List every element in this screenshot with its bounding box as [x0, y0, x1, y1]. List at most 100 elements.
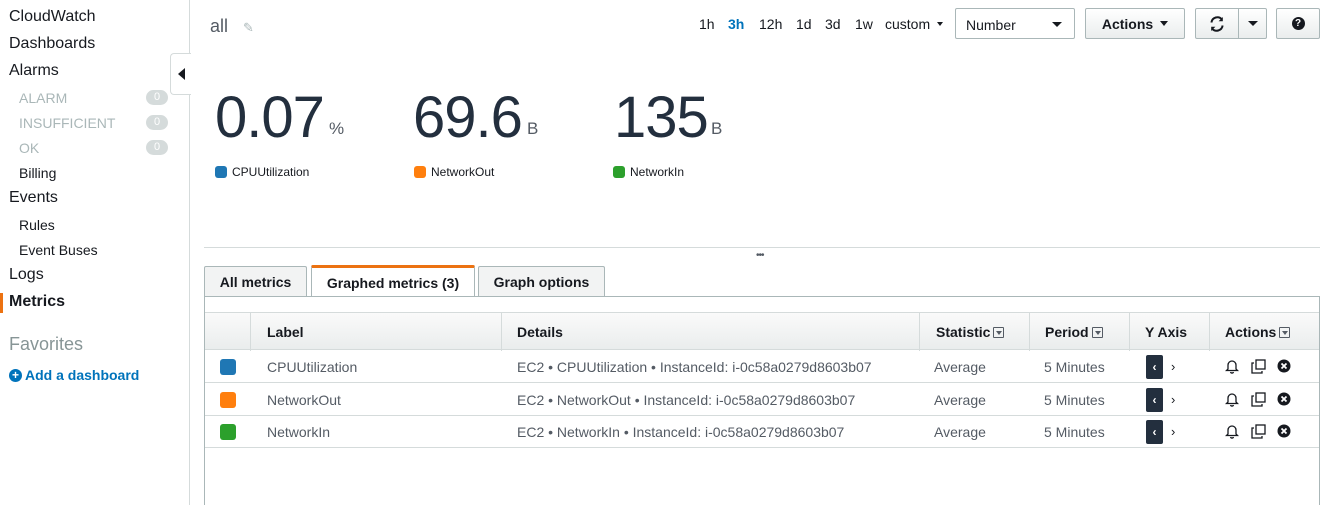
color-swatch[interactable] [220, 359, 236, 375]
y-axis-right-button[interactable]: › [1171, 355, 1183, 379]
refresh-options-button[interactable] [1238, 8, 1267, 39]
color-swatch[interactable] [220, 424, 236, 440]
column-divider [1209, 313, 1210, 351]
row-details: EC2 • NetworkIn • InstanceId: i-0c58a027… [517, 424, 845, 440]
networkout-value: 69.6 [413, 85, 523, 150]
col-period-label: Period [1045, 324, 1089, 340]
nav-billing[interactable]: Billing [19, 165, 56, 181]
table-header: Label Details Statistic Period Y Axis Ac… [205, 312, 1319, 351]
remove-icon[interactable] [1276, 358, 1292, 374]
nav-dashboards[interactable]: Dashboards [9, 35, 95, 53]
row-details: EC2 • NetworkOut • InstanceId: i-0c58a02… [517, 392, 856, 408]
range-1h[interactable]: 1h [699, 16, 715, 32]
chevron-down-icon [1052, 22, 1062, 27]
collapse-sidebar-button[interactable] [170, 53, 191, 95]
pencil-icon[interactable]: ✎ [243, 20, 254, 36]
actions-label: Actions [1101, 15, 1154, 32]
remove-icon[interactable] [1276, 423, 1292, 439]
nav-alarm-state-insufficient[interactable]: INSUFFICIENT [19, 115, 115, 131]
nav-alarms[interactable]: Alarms [9, 62, 59, 80]
nav-alarm-state-alarm[interactable]: ALARM [19, 90, 67, 106]
drag-handle-icon[interactable]: ••• [756, 250, 764, 261]
bell-icon[interactable] [1224, 358, 1240, 374]
table-row[interactable]: NetworkOut EC2 • NetworkOut • InstanceId… [205, 383, 1319, 416]
range-3h[interactable]: 3h [728, 16, 744, 32]
row-period[interactable]: 5 Minutes [1044, 392, 1105, 408]
color-swatch[interactable] [220, 392, 236, 408]
col-label[interactable]: Label [267, 324, 304, 340]
y-axis-left-button[interactable]: ‹ [1146, 355, 1163, 379]
col-details[interactable]: Details [517, 324, 563, 340]
cpu-legend-swatch [215, 166, 227, 178]
tab-graph-options[interactable]: Graph options [478, 266, 605, 297]
page-title: all [210, 16, 229, 36]
range-custom[interactable]: custom [885, 16, 944, 32]
widget-type-select[interactable]: Number [955, 8, 1075, 39]
y-axis-right-button[interactable]: › [1171, 420, 1183, 444]
panel-splitter[interactable] [204, 247, 1320, 248]
dropdown-icon[interactable] [1091, 326, 1103, 338]
row-label[interactable]: CPUUtilization [267, 359, 357, 375]
help-button[interactable]: ? [1276, 8, 1320, 39]
nav-logs[interactable]: Logs [9, 266, 44, 284]
tab-graphed-metrics[interactable]: Graphed metrics (3) [311, 265, 475, 297]
nav-events[interactable]: Events [9, 189, 58, 207]
nav-event-buses[interactable]: Event Buses [19, 242, 98, 258]
caret-left-icon [177, 68, 185, 80]
nav-alarm-state-ok[interactable]: OK [19, 140, 39, 156]
col-statistic-label: Statistic [936, 324, 991, 340]
help-icon: ? [1291, 17, 1305, 30]
duplicate-icon[interactable] [1250, 423, 1266, 439]
networkin-legend-label: NetworkIn [630, 165, 685, 179]
add-dashboard-link[interactable]: + Add a dashboard [9, 367, 139, 383]
range-1w[interactable]: 1w [855, 16, 873, 32]
row-statistic[interactable]: Average [934, 392, 986, 408]
range-1d[interactable]: 1d [796, 16, 812, 32]
nav-cloudwatch[interactable]: CloudWatch [9, 8, 96, 26]
col-statistic[interactable]: Statistic [936, 324, 1005, 340]
remove-icon[interactable] [1276, 391, 1292, 407]
tab-all-metrics[interactable]: All metrics [204, 266, 307, 297]
widget-type-value: Number [966, 17, 1016, 33]
duplicate-icon[interactable] [1250, 358, 1266, 374]
row-label[interactable]: NetworkOut [267, 392, 341, 408]
dropdown-icon[interactable] [1279, 326, 1291, 338]
y-axis-right-button[interactable]: › [1171, 388, 1183, 412]
y-axis-left-button[interactable]: ‹ [1146, 420, 1163, 444]
chevron-down-icon [1247, 21, 1258, 26]
bell-icon[interactable] [1224, 391, 1240, 407]
col-y-axis: Y Axis [1145, 324, 1188, 340]
range-3d[interactable]: 3d [825, 16, 841, 32]
range-custom-label: custom [885, 16, 931, 32]
networkin-unit: B [711, 119, 723, 138]
cpu-unit: % [329, 119, 345, 138]
duplicate-icon[interactable] [1250, 391, 1266, 407]
bell-icon[interactable] [1224, 423, 1240, 439]
cpu-legend-label: CPUUtilization [232, 165, 310, 179]
col-period[interactable]: Period [1045, 324, 1103, 340]
refresh-button[interactable] [1195, 8, 1239, 39]
y-axis-left-button[interactable]: ‹ [1146, 388, 1163, 412]
chevron-down-icon [1160, 21, 1169, 26]
row-period[interactable]: 5 Minutes [1044, 359, 1105, 375]
networkout-unit: B [527, 119, 539, 138]
plus-circle-icon: + [9, 368, 22, 382]
actions-button[interactable]: Actions [1085, 8, 1185, 39]
nav-rules[interactable]: Rules [19, 217, 55, 233]
column-divider [1129, 313, 1130, 351]
refresh-icon [1210, 15, 1224, 32]
row-details: EC2 • CPUUtilization • InstanceId: i-0c5… [517, 359, 872, 375]
column-divider [501, 313, 502, 351]
nav-metrics[interactable]: Metrics [9, 293, 65, 311]
dropdown-icon[interactable] [993, 326, 1005, 338]
column-divider [250, 313, 251, 351]
range-12h[interactable]: 12h [759, 16, 782, 32]
table-row[interactable]: CPUUtilization EC2 • CPUUtilization • In… [205, 350, 1319, 383]
table-row[interactable]: NetworkIn EC2 • NetworkIn • InstanceId: … [205, 415, 1319, 448]
row-statistic[interactable]: Average [934, 359, 986, 375]
row-statistic[interactable]: Average [934, 424, 986, 440]
insufficient-count-badge: 0 [146, 115, 168, 130]
row-period[interactable]: 5 Minutes [1044, 424, 1105, 440]
row-label[interactable]: NetworkIn [267, 424, 330, 440]
col-actions[interactable]: Actions [1225, 324, 1291, 340]
